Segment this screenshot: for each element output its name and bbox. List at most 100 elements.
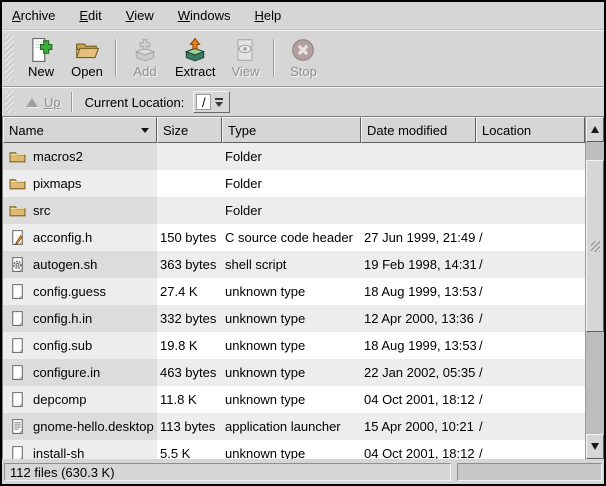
column-header-location[interactable]: Location: [476, 117, 585, 143]
current-location-label: Current Location:: [85, 95, 185, 110]
table-row[interactable]: autogen.sh 363 bytes shell script 19 Feb…: [3, 251, 585, 278]
menu-view[interactable]: View: [124, 5, 156, 26]
view-button-label: View: [231, 65, 259, 79]
vertical-scrollbar[interactable]: [585, 117, 604, 459]
plain-file-icon: [9, 391, 26, 408]
add-button: Add: [122, 35, 168, 81]
table-row[interactable]: gnome-hello.desktop 113 bytes applicatio…: [3, 413, 585, 440]
file-size: 5.5 K: [160, 446, 190, 459]
menu-label-mnemonic: A: [12, 8, 21, 23]
table-row[interactable]: pixmaps Folder: [3, 170, 585, 197]
combobox-dropdown-button[interactable]: [211, 94, 227, 110]
file-size: 363 bytes: [160, 257, 216, 272]
folder-icon: [9, 175, 26, 192]
file-date-modified: 19 Feb 1998, 14:31: [364, 257, 476, 272]
stop-button-label: Stop: [290, 65, 317, 79]
file-date-modified: 12 Apr 2000, 13:36: [364, 311, 474, 326]
extract-icon: [182, 37, 208, 63]
file-type: Folder: [225, 149, 262, 164]
file-type: unknown type: [225, 284, 305, 299]
file-date-modified: 27 Jun 1999, 21:49: [364, 230, 475, 245]
column-header-type[interactable]: Type: [222, 117, 361, 143]
file-size: 113 bytes: [160, 419, 215, 434]
location-combobox-value[interactable]: /: [196, 94, 211, 110]
stop-button: Stop: [280, 35, 326, 81]
scroll-down-icon: [591, 443, 599, 450]
new-button[interactable]: New: [18, 35, 64, 81]
table-row[interactable]: config.sub 19.8 K unknown type 18 Aug 19…: [3, 332, 585, 359]
file-location: /: [479, 365, 483, 380]
column-header-label: Location: [482, 123, 531, 138]
column-header-name[interactable]: Name: [3, 117, 157, 143]
scrollbar-thumb[interactable]: [586, 160, 604, 332]
table-row[interactable]: acconfig.h 150 bytes C source code heade…: [3, 224, 585, 251]
file-type: C source code header: [225, 230, 353, 245]
menu-label-mnemonic: E: [79, 8, 88, 23]
file-size: 150 bytes: [160, 230, 216, 245]
menu-label: rchive: [21, 8, 56, 23]
file-name: macros2: [33, 149, 83, 164]
view-file-icon: [232, 37, 258, 63]
status-resize-area: [457, 463, 602, 481]
toolbar: New Open Add Extract View Stop: [2, 30, 604, 86]
file-location: /: [479, 284, 483, 299]
scroll-down-button[interactable]: [586, 434, 604, 459]
table-row[interactable]: configure.in 463 bytes unknown type 22 J…: [3, 359, 585, 386]
menu-label: iew: [134, 8, 154, 23]
plain-file-icon: [9, 283, 26, 300]
column-header-label: Name: [9, 123, 44, 138]
table-body: macros2 Folder pixmaps Folder src Folder…: [3, 143, 585, 459]
column-header-date[interactable]: Date modified: [361, 117, 476, 143]
toolbar-group-separator: [273, 39, 275, 77]
location-bar-drag-handle[interactable]: [5, 91, 14, 113]
scroll-up-icon: [591, 126, 599, 133]
file-name: autogen.sh: [33, 257, 97, 272]
table-row[interactable]: macros2 Folder: [3, 143, 585, 170]
shell-script-file-icon: [9, 256, 26, 273]
file-name: gnome-hello.desktop: [33, 419, 154, 434]
menu-label: dit: [88, 8, 102, 23]
menu-windows[interactable]: Windows: [176, 5, 233, 26]
table-row[interactable]: config.guess 27.4 K unknown type 18 Aug …: [3, 278, 585, 305]
file-type: unknown type: [225, 311, 305, 326]
menu-edit[interactable]: Edit: [77, 5, 103, 26]
scrollbar-trough[interactable]: [586, 142, 604, 434]
column-header-size[interactable]: Size: [157, 117, 222, 143]
file-type: unknown type: [225, 392, 305, 407]
file-size: 332 bytes: [160, 311, 216, 326]
file-size: 463 bytes: [160, 365, 216, 380]
column-header-label: Size: [163, 123, 188, 138]
location-combobox[interactable]: /: [193, 91, 230, 113]
column-header-label: Date modified: [367, 123, 447, 138]
scroll-up-button[interactable]: [586, 117, 604, 142]
table-row[interactable]: depcomp 11.8 K unknown type 04 Oct 2001,…: [3, 386, 585, 413]
new-button-label: New: [28, 65, 54, 79]
add-files-icon: [132, 37, 158, 63]
open-button[interactable]: Open: [64, 35, 110, 81]
file-size: 11.8 K: [160, 392, 197, 407]
table-row[interactable]: config.h.in 332 bytes unknown type 12 Ap…: [3, 305, 585, 332]
menu-label: elp: [264, 8, 281, 23]
file-name: configure.in: [33, 365, 100, 380]
table-row[interactable]: src Folder: [3, 197, 585, 224]
menu-help[interactable]: Help: [252, 5, 283, 26]
file-location: /: [479, 419, 483, 434]
plain-file-icon: [9, 445, 26, 459]
plain-file-icon: [9, 310, 26, 327]
folder-icon: [9, 202, 26, 219]
extract-button[interactable]: Extract: [168, 35, 222, 81]
up-arrow-icon: [26, 98, 38, 107]
menu-label-mnemonic: W: [178, 8, 190, 23]
menu-archive[interactable]: Archive: [10, 5, 57, 26]
table-row[interactable]: install-sh 5.5 K unknown type 04 Oct 200…: [3, 440, 585, 459]
archive-manager-window: Archive Edit View Windows Help New Open Add Ext…: [0, 0, 606, 486]
table-header-row: Name Size Type Date modified Location: [3, 117, 585, 143]
up-button-label: Up: [44, 95, 61, 110]
file-name: config.h.in: [33, 311, 92, 326]
add-button-label: Add: [133, 65, 156, 79]
file-date-modified: 15 Apr 2000, 10:21: [364, 419, 474, 434]
file-location: /: [479, 392, 483, 407]
file-type: unknown type: [225, 365, 305, 380]
menu-label: indows: [190, 8, 230, 23]
toolbar-drag-handle[interactable]: [5, 35, 14, 81]
